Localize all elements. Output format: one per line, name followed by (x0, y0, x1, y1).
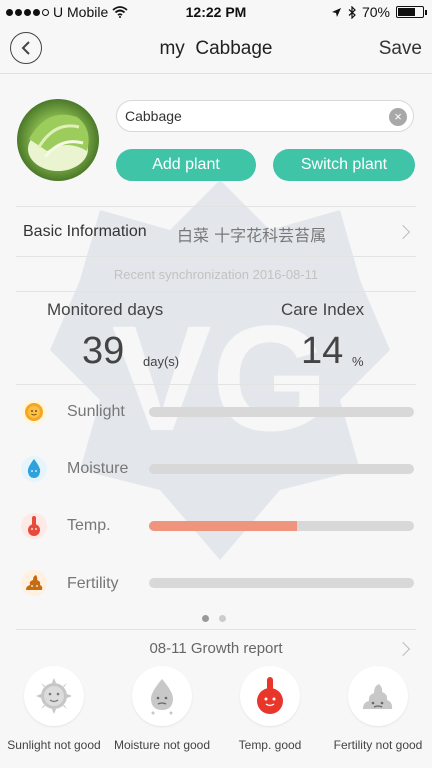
thermometer-icon (21, 513, 47, 539)
growth-report-title: 08-11 Growth report (149, 640, 283, 657)
report-label: Sunlight not good (7, 738, 101, 752)
moisture-meter (149, 464, 414, 474)
sun-face-icon (24, 666, 84, 726)
basic-info-label: Basic Information (23, 223, 147, 240)
care-index-value: 14 (301, 330, 344, 372)
divider (16, 629, 416, 630)
sunlight-meter (149, 407, 414, 417)
fertility-icon (21, 570, 47, 596)
page-dot[interactable] (219, 615, 226, 622)
report-label: Fertility not good (333, 738, 423, 752)
fertility-meter (149, 578, 414, 588)
care-index-label: Care Index (281, 300, 365, 319)
water-drop-icon (21, 456, 47, 482)
plant-photo[interactable] (17, 99, 99, 181)
report-item-fertility[interactable]: Fertility not good (324, 666, 432, 768)
status-right: 70% (331, 4, 427, 20)
page-indicator[interactable] (202, 615, 226, 622)
battery-icon (396, 6, 427, 18)
monitored-days-unit: day(s) (143, 354, 180, 369)
meter-fill (149, 521, 298, 531)
meter-label: Temp. (67, 517, 111, 534)
page-dot[interactable] (202, 615, 209, 622)
drop-face-icon (132, 666, 192, 726)
save-button[interactable]: Save (379, 38, 422, 60)
clear-icon[interactable]: × (389, 108, 407, 126)
report-label: Moisture not good (113, 738, 211, 752)
report-item-moisture[interactable]: Moisture not good (108, 666, 216, 768)
sun-icon (21, 399, 47, 425)
meter-label: Fertility (67, 575, 119, 592)
status-bar: U Mobile 12:22 PM 70% (0, 0, 432, 24)
fertility-face-icon (348, 666, 408, 726)
page-title: my Cabbage (159, 38, 273, 59)
nav-header: my Cabbage Save (0, 24, 432, 74)
report-item-sunlight[interactable]: Sunlight not good (0, 666, 108, 768)
monitored-days-value: 39 (82, 330, 125, 372)
report-item-temp[interactable]: Temp. good (216, 666, 324, 768)
divider (16, 256, 416, 257)
bluetooth-icon (348, 5, 356, 19)
cabbage-image (28, 114, 89, 171)
switch-plant-button[interactable]: Switch plant (273, 149, 415, 181)
divider (16, 206, 416, 207)
care-index-unit: % (352, 354, 364, 369)
plant-name-input[interactable] (125, 108, 375, 124)
basic-info-value: 白菜 十字花科芸苔属 (177, 226, 327, 245)
monitored-days-label: Monitored days (47, 300, 164, 319)
temp-meter (149, 521, 414, 531)
plant-name-field[interactable]: × (116, 100, 414, 132)
stats-divider (216, 312, 217, 364)
meter-label: Sunlight (67, 403, 125, 420)
chevron-right-icon (395, 224, 411, 240)
meter-label: Moisture (67, 460, 129, 477)
battery-percent: 70% (361, 4, 390, 20)
location-arrow-icon (331, 7, 341, 17)
divider (16, 384, 416, 385)
add-plant-button[interactable]: Add plant (116, 149, 256, 181)
sync-status: Recent synchronization 2016-08-11 (113, 267, 319, 282)
divider (16, 291, 416, 292)
report-label: Temp. good (238, 738, 302, 752)
thermometer-face-icon (240, 666, 300, 726)
